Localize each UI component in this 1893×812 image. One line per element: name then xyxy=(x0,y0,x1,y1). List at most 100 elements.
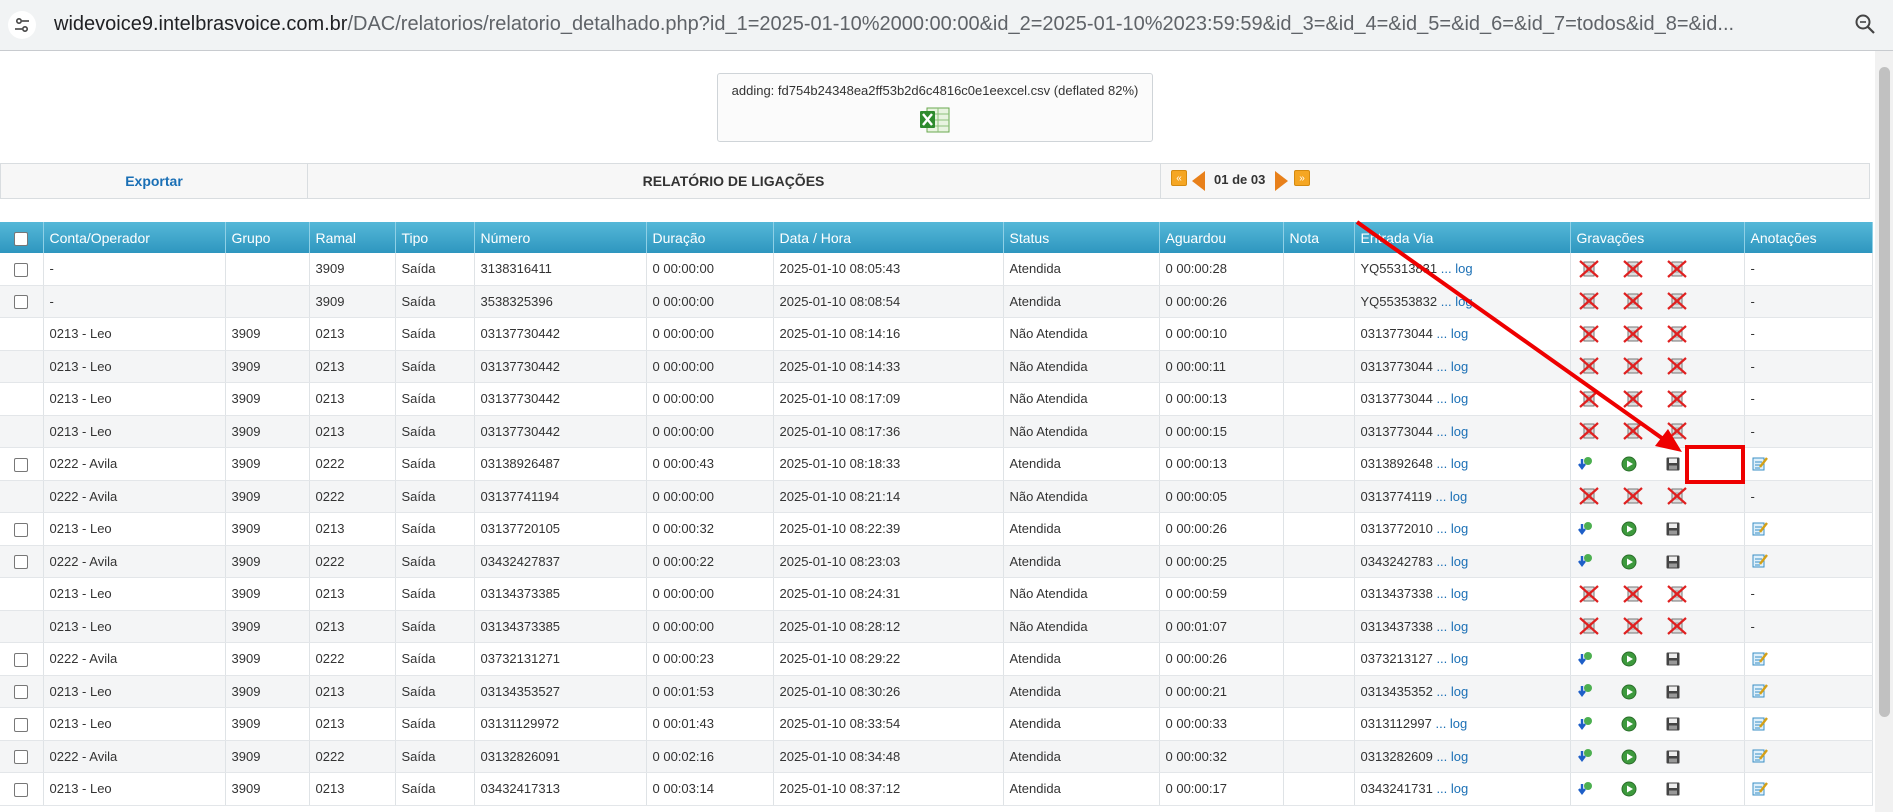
log-link[interactable]: ... log xyxy=(1441,294,1473,309)
cell-anotacoes[interactable] xyxy=(1744,707,1873,741)
row-checkbox-cell[interactable] xyxy=(0,642,44,676)
annotation-edit-icon[interactable] xyxy=(1751,747,1795,765)
page-scrollbar-thumb[interactable] xyxy=(1879,67,1890,717)
download-recording-icon[interactable] xyxy=(1577,682,1621,700)
row-checkbox[interactable] xyxy=(14,782,29,797)
row-checkbox[interactable] xyxy=(14,457,29,472)
play-recording-icon[interactable] xyxy=(1621,553,1665,570)
table-row[interactable]: 0222 - Avila 3909 0222 Saída 03432427837 0 00… xyxy=(0,545,1873,578)
select-all-checkbox-cell[interactable] xyxy=(0,222,44,253)
log-link[interactable]: ... log xyxy=(1436,586,1468,601)
cell-anotacoes[interactable] xyxy=(1744,772,1873,806)
log-link[interactable]: ... log xyxy=(1441,261,1473,276)
log-link[interactable]: ... log xyxy=(1436,749,1468,764)
annotation-edit-icon[interactable] xyxy=(1751,650,1795,668)
download-recording-icon[interactable] xyxy=(1577,455,1621,473)
row-checkbox-cell[interactable] xyxy=(0,707,44,741)
save-recording-icon[interactable] xyxy=(1665,553,1709,570)
cell-anotacoes[interactable] xyxy=(1744,740,1873,773)
log-link[interactable]: ... log xyxy=(1436,326,1468,341)
log-link[interactable]: ... log xyxy=(1436,781,1468,796)
download-recording-icon[interactable] xyxy=(1577,715,1621,733)
log-link[interactable]: ... log xyxy=(1436,619,1468,634)
download-recording-icon[interactable] xyxy=(1577,552,1621,570)
row-checkbox-cell[interactable] xyxy=(0,740,44,773)
annotation-edit-icon[interactable] xyxy=(1751,780,1795,798)
table-row[interactable]: 0213 - Leo 3909 0213 Saída 03137730442 0 00:0… xyxy=(0,382,1873,416)
annotation-edit-icon[interactable] xyxy=(1751,715,1795,733)
table-row[interactable]: 0213 - Leo 3909 0213 Saída 03131129972 0 00:0… xyxy=(0,707,1873,741)
cell-anotacoes[interactable] xyxy=(1744,642,1873,676)
play-recording-icon[interactable] xyxy=(1621,455,1665,472)
table-row[interactable]: 0222 - Avila 3909 0222 Saída 03132826091 0 00… xyxy=(0,740,1873,773)
table-row[interactable]: 0222 - Avila 3909 0222 Saída 03732131271 0 00… xyxy=(0,642,1873,676)
select-all-checkbox[interactable] xyxy=(14,231,29,246)
annotation-edit-icon[interactable] xyxy=(1751,520,1795,538)
last-page-button[interactable]: » xyxy=(1294,170,1310,186)
table-row[interactable]: 0213 - Leo 3909 0213 Saída 03137730442 0 00:0… xyxy=(0,317,1873,351)
row-checkbox[interactable] xyxy=(14,685,29,700)
log-link[interactable]: ... log xyxy=(1436,424,1468,439)
row-checkbox[interactable] xyxy=(14,295,29,310)
row-checkbox[interactable] xyxy=(14,652,29,667)
prev-page-arrow-icon[interactable] xyxy=(1192,171,1205,191)
log-link[interactable]: ... log xyxy=(1436,391,1468,406)
row-checkbox-cell[interactable] xyxy=(0,285,44,318)
cell-anotacoes[interactable] xyxy=(1744,447,1873,481)
first-page-button[interactable]: « xyxy=(1171,170,1187,186)
table-row[interactable]: 0213 - Leo 3909 0213 Saída 03137730442 0 00:0… xyxy=(0,350,1873,383)
table-row[interactable]: 0213 - Leo 3909 0213 Saída 03137720105 0 00:0… xyxy=(0,512,1873,546)
save-recording-icon[interactable] xyxy=(1665,780,1709,797)
row-checkbox[interactable] xyxy=(14,750,29,765)
play-recording-icon[interactable] xyxy=(1621,748,1665,765)
play-recording-icon[interactable] xyxy=(1621,520,1665,537)
log-link[interactable]: ... log xyxy=(1436,456,1468,471)
zoom-icon[interactable] xyxy=(1853,12,1877,39)
table-row[interactable]: 0213 - Leo 3909 0213 Saída 03134373385 0 00:0… xyxy=(0,610,1873,643)
next-page-arrow-icon[interactable] xyxy=(1275,171,1288,191)
url-field[interactable]: widevoice9.intelbrasvoice.com.br/DAC/rel… xyxy=(54,13,1814,36)
annotation-edit-icon[interactable] xyxy=(1751,455,1795,473)
log-link[interactable]: ... log xyxy=(1436,651,1468,666)
tune-icon[interactable] xyxy=(8,11,36,39)
cell-anotacoes[interactable] xyxy=(1744,545,1873,578)
excel-icon[interactable] xyxy=(918,104,952,134)
row-checkbox[interactable] xyxy=(14,717,29,732)
play-recording-icon[interactable] xyxy=(1621,683,1665,700)
table-row[interactable]: 0222 - Avila 3909 0222 Saída 03137741194 0 00… xyxy=(0,480,1873,513)
save-recording-icon[interactable] xyxy=(1665,650,1709,667)
log-link[interactable]: ... log xyxy=(1436,684,1468,699)
download-recording-icon[interactable] xyxy=(1577,520,1621,538)
save-recording-icon[interactable] xyxy=(1665,748,1709,765)
row-checkbox[interactable] xyxy=(14,262,29,277)
export-link[interactable]: Exportar xyxy=(1,164,308,198)
save-recording-icon[interactable] xyxy=(1665,715,1709,732)
row-checkbox[interactable] xyxy=(14,522,29,537)
save-recording-icon[interactable] xyxy=(1665,520,1709,537)
table-row[interactable]: 0213 - Leo 3909 0213 Saída 03432417313 0 00:0… xyxy=(0,772,1873,806)
row-checkbox-cell[interactable] xyxy=(0,675,44,708)
row-checkbox-cell[interactable] xyxy=(0,512,44,546)
log-link[interactable]: ... log xyxy=(1436,359,1468,374)
row-checkbox-cell[interactable] xyxy=(0,545,44,578)
log-link[interactable]: ... log xyxy=(1436,554,1468,569)
save-recording-icon[interactable] xyxy=(1665,683,1709,700)
download-recording-icon[interactable] xyxy=(1577,747,1621,765)
log-link[interactable]: ... log xyxy=(1435,489,1467,504)
table-row[interactable]: 0213 - Leo 3909 0213 Saída 03134353527 0 00:0… xyxy=(0,675,1873,708)
cell-anotacoes[interactable] xyxy=(1744,675,1873,708)
play-recording-icon[interactable] xyxy=(1621,780,1665,797)
table-row[interactable]: 0222 - Avila 3909 0222 Saída 03138926487 0 00… xyxy=(0,447,1873,481)
annotation-edit-icon[interactable] xyxy=(1751,552,1795,570)
download-recording-icon[interactable] xyxy=(1577,650,1621,668)
play-recording-icon[interactable] xyxy=(1621,715,1665,732)
cell-anotacoes[interactable] xyxy=(1744,512,1873,546)
annotation-edit-icon[interactable] xyxy=(1751,682,1795,700)
row-checkbox-cell[interactable] xyxy=(0,447,44,481)
table-row[interactable]: 0213 - Leo 3909 0213 Saída 03134373385 0 00:0… xyxy=(0,577,1873,611)
play-recording-icon[interactable] xyxy=(1621,650,1665,667)
table-row[interactable]: - 3909 Saída 3138316411 0 00:00:00 2025-01-10… xyxy=(0,253,1873,286)
download-recording-icon[interactable] xyxy=(1577,780,1621,798)
row-checkbox-cell[interactable] xyxy=(0,253,44,286)
table-row[interactable]: 0213 - Leo 3909 0213 Saída 03137730442 0 00:0… xyxy=(0,415,1873,448)
